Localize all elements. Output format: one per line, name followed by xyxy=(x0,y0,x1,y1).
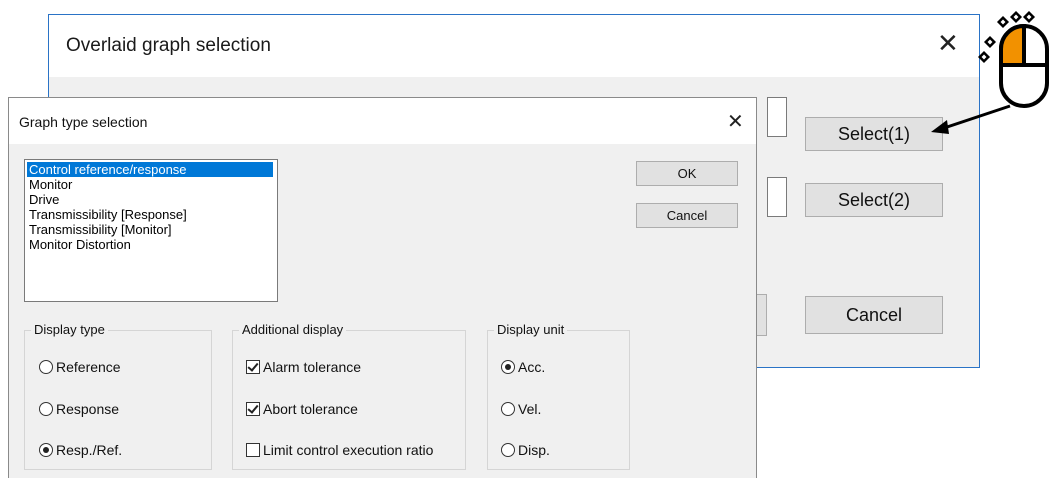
checkbox-checked-icon xyxy=(246,360,260,374)
graph-type-selection-dialog: Graph type selection ✕ Control reference… xyxy=(8,97,757,478)
dialog-title: Overlaid graph selection xyxy=(66,35,271,56)
group-label: Display type xyxy=(31,322,108,337)
select2-button[interactable]: Select(2) xyxy=(805,183,943,217)
option-label: Alarm tolerance xyxy=(263,359,362,375)
checkbox-icon xyxy=(246,443,260,457)
graph2-field[interactable] xyxy=(767,177,787,217)
radio-vel[interactable]: Vel. xyxy=(501,400,541,418)
cancel-button[interactable]: Cancel xyxy=(636,203,738,228)
list-item[interactable]: Transmissibility [Response] xyxy=(27,207,277,222)
dialog-title: Graph type selection xyxy=(19,114,148,130)
radio-resp-ref[interactable]: Resp./Ref. xyxy=(39,441,122,459)
radio-acc[interactable]: Acc. xyxy=(501,358,545,376)
radio-reference[interactable]: Reference xyxy=(39,358,121,376)
graph1-field[interactable] xyxy=(767,97,787,137)
option-label: Disp. xyxy=(518,442,550,458)
option-label: Vel. xyxy=(518,401,542,417)
list-item[interactable]: Drive xyxy=(27,192,277,207)
checkbox-alarm-tolerance[interactable]: Alarm tolerance xyxy=(246,358,361,376)
checkbox-checked-icon xyxy=(246,402,260,416)
radio-icon xyxy=(501,443,515,457)
radio-selected-icon xyxy=(501,360,515,374)
radio-icon xyxy=(39,402,53,416)
graph-type-listbox[interactable]: Control reference/response Monitor Drive… xyxy=(24,159,278,302)
list-item[interactable]: Transmissibility [Monitor] xyxy=(27,222,277,237)
list-item[interactable]: Monitor Distortion xyxy=(27,237,277,252)
option-label: Reference xyxy=(56,359,121,375)
radio-disp[interactable]: Disp. xyxy=(501,441,550,459)
display-unit-group: Display unit Acc. Vel. Disp. xyxy=(487,322,630,470)
cancel-button[interactable]: Cancel xyxy=(805,296,943,334)
title-bar: Overlaid graph selection ✕ xyxy=(49,15,979,77)
select1-button[interactable]: Select(1) xyxy=(805,117,943,151)
title-bar: Graph type selection ✕ xyxy=(9,98,756,144)
display-type-group: Display type Reference Response Resp./Re… xyxy=(24,322,212,470)
radio-response[interactable]: Response xyxy=(39,400,119,418)
checkbox-limit-control[interactable]: Limit control execution ratio xyxy=(246,441,433,459)
close-icon[interactable]: ✕ xyxy=(937,30,959,56)
group-label: Display unit xyxy=(494,322,568,337)
option-label: Acc. xyxy=(518,359,546,375)
ok-button[interactable]: OK xyxy=(636,161,738,186)
radio-selected-icon xyxy=(39,443,53,457)
checkbox-abort-tolerance[interactable]: Abort tolerance xyxy=(246,400,358,418)
list-item[interactable]: Monitor xyxy=(27,177,277,192)
option-label: Abort tolerance xyxy=(263,401,358,417)
mouse-click-icon xyxy=(977,10,1049,108)
radio-icon xyxy=(39,360,53,374)
option-label: Response xyxy=(56,401,120,417)
radio-icon xyxy=(501,402,515,416)
option-label: Resp./Ref. xyxy=(56,442,123,458)
close-icon[interactable]: ✕ xyxy=(727,109,744,134)
option-label: Limit control execution ratio xyxy=(263,442,434,458)
group-label: Additional display xyxy=(239,322,347,337)
list-item[interactable]: Control reference/response xyxy=(27,162,273,177)
additional-display-group: Additional display Alarm tolerance Abort… xyxy=(232,322,466,470)
